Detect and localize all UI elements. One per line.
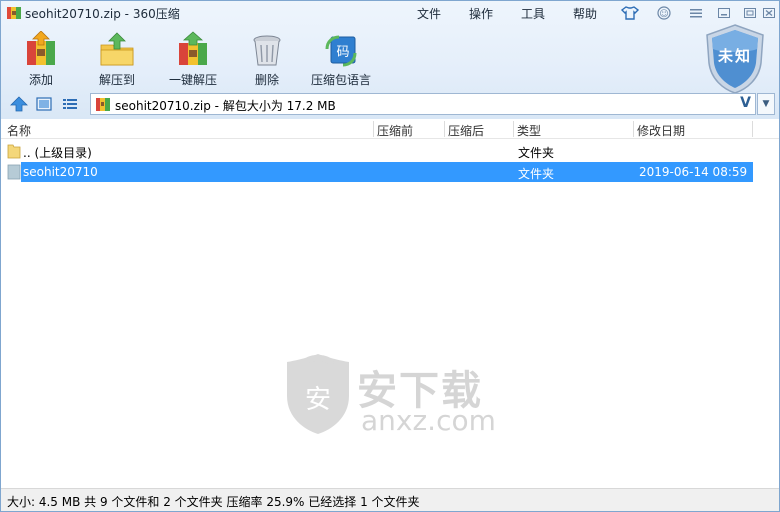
menu-tools[interactable]: 工具 <box>521 5 545 22</box>
folder-icon <box>7 164 21 180</box>
maximize-icon[interactable] <box>741 5 759 21</box>
row-type: 文件夹 <box>518 167 555 181</box>
one-click-extract-icon <box>179 31 207 65</box>
delete-label: 删除 <box>254 73 279 87</box>
shield-status-label: 未知 <box>717 47 752 65</box>
row-name: .. (上级目录) <box>23 146 92 160</box>
address-dropdown-button[interactable]: ▼ <box>757 93 775 115</box>
column-header: 名称 压缩前 压缩后 类型 修改日期 <box>1 119 779 139</box>
title-bar[interactable]: seohit20710.zip - 360压缩 文件 操作 工具 帮助 ☺ <box>1 1 779 25</box>
watermark-badge-text: 安 <box>305 385 331 415</box>
header-area: seohit20710.zip - 360压缩 文件 操作 工具 帮助 ☺ 添加… <box>1 1 779 119</box>
archive-language-label: 压缩包语言 <box>310 73 371 87</box>
archive-window: seohit20710.zip - 360压缩 文件 操作 工具 帮助 ☺ 添加… <box>0 0 780 512</box>
column-name[interactable]: 名称 <box>7 122 31 139</box>
column-size-after[interactable]: 压缩后 <box>448 122 484 139</box>
column-divider[interactable] <box>752 121 753 137</box>
table-row-parent-dir[interactable]: .. (上级目录) 文件夹 <box>1 141 779 161</box>
status-text: 大小: 4.5 MB 共 9 个文件和 2 个文件夹 压缩率 25.9% 已经选… <box>7 495 420 509</box>
one-click-extract-button[interactable]: 一键解压 <box>157 27 229 89</box>
svg-text:☺: ☺ <box>659 9 668 20</box>
thumbnail-view-icon[interactable] <box>35 96 53 112</box>
column-modified-date[interactable]: 修改日期 <box>637 122 685 139</box>
extract-to-label: 解压到 <box>98 73 135 87</box>
code-badge-text: 码 <box>336 45 349 60</box>
file-list[interactable]: .. (上级目录) 文件夹 seohit20710 文件夹 2019-06-14… <box>1 140 779 488</box>
watermark-shield-icon: 安 <box>287 354 349 434</box>
skin-shirt-icon[interactable] <box>621 5 639 21</box>
add-button[interactable]: 添加 <box>5 27 77 89</box>
address-bar[interactable]: seohit20710.zip - 解包大小为 17.2 MB V <box>90 93 756 115</box>
delete-bin-icon <box>253 35 281 66</box>
folder-icon <box>7 144 21 159</box>
menu-lines-icon[interactable] <box>687 5 705 21</box>
archive-language-button[interactable]: 码 压缩包语言 <box>305 27 377 89</box>
archive-app-icon <box>7 7 21 19</box>
minimize-icon[interactable] <box>715 5 733 21</box>
address-text: seohit20710.zip - 解包大小为 17.2 MB <box>115 99 336 113</box>
up-arrow-icon[interactable] <box>10 96 28 112</box>
close-icon[interactable] <box>761 5 779 21</box>
menu-file[interactable]: 文件 <box>417 5 441 22</box>
column-type[interactable]: 类型 <box>517 122 541 139</box>
window-title: seohit20710.zip - 360压缩 <box>25 7 180 21</box>
feedback-icon[interactable]: ☺ <box>655 5 673 21</box>
archive-file-icon <box>96 98 110 111</box>
add-label: 添加 <box>28 73 53 87</box>
delete-button[interactable]: 删除 <box>231 27 303 89</box>
address-row: seohit20710.zip - 解包大小为 17.2 MB V ▼ <box>1 91 779 117</box>
table-row-selected[interactable]: seohit20710 文件夹 2019-06-14 08:59 <box>1 162 779 182</box>
add-archive-icon <box>27 31 55 65</box>
extract-to-icon <box>100 32 134 66</box>
menu-operation[interactable]: 操作 <box>469 5 493 22</box>
watermark-en-text: anxz.com <box>361 404 496 437</box>
one-click-extract-label: 一键解压 <box>168 73 217 87</box>
row-name: seohit20710 <box>23 165 98 179</box>
list-view-icon[interactable] <box>61 96 79 112</box>
column-divider[interactable] <box>633 121 634 137</box>
security-shield[interactable]: 未知 <box>703 23 767 95</box>
column-divider[interactable] <box>444 121 445 137</box>
watermark: 安 安下载 anxz.com <box>283 352 503 442</box>
column-size-before[interactable]: 压缩前 <box>377 122 413 139</box>
column-divider[interactable] <box>373 121 374 137</box>
status-bar: 大小: 4.5 MB 共 9 个文件和 2 个文件夹 压缩率 25.9% 已经选… <box>1 488 779 511</box>
menu-help[interactable]: 帮助 <box>573 5 597 22</box>
archive-language-icon: 码 <box>325 35 357 67</box>
row-type: 文件夹 <box>518 146 555 160</box>
extract-to-button[interactable]: 解压到 <box>81 27 153 89</box>
row-date: 2019-06-14 08:59 <box>639 165 748 179</box>
column-divider[interactable] <box>513 121 514 137</box>
address-v-icon[interactable]: V <box>740 95 751 111</box>
